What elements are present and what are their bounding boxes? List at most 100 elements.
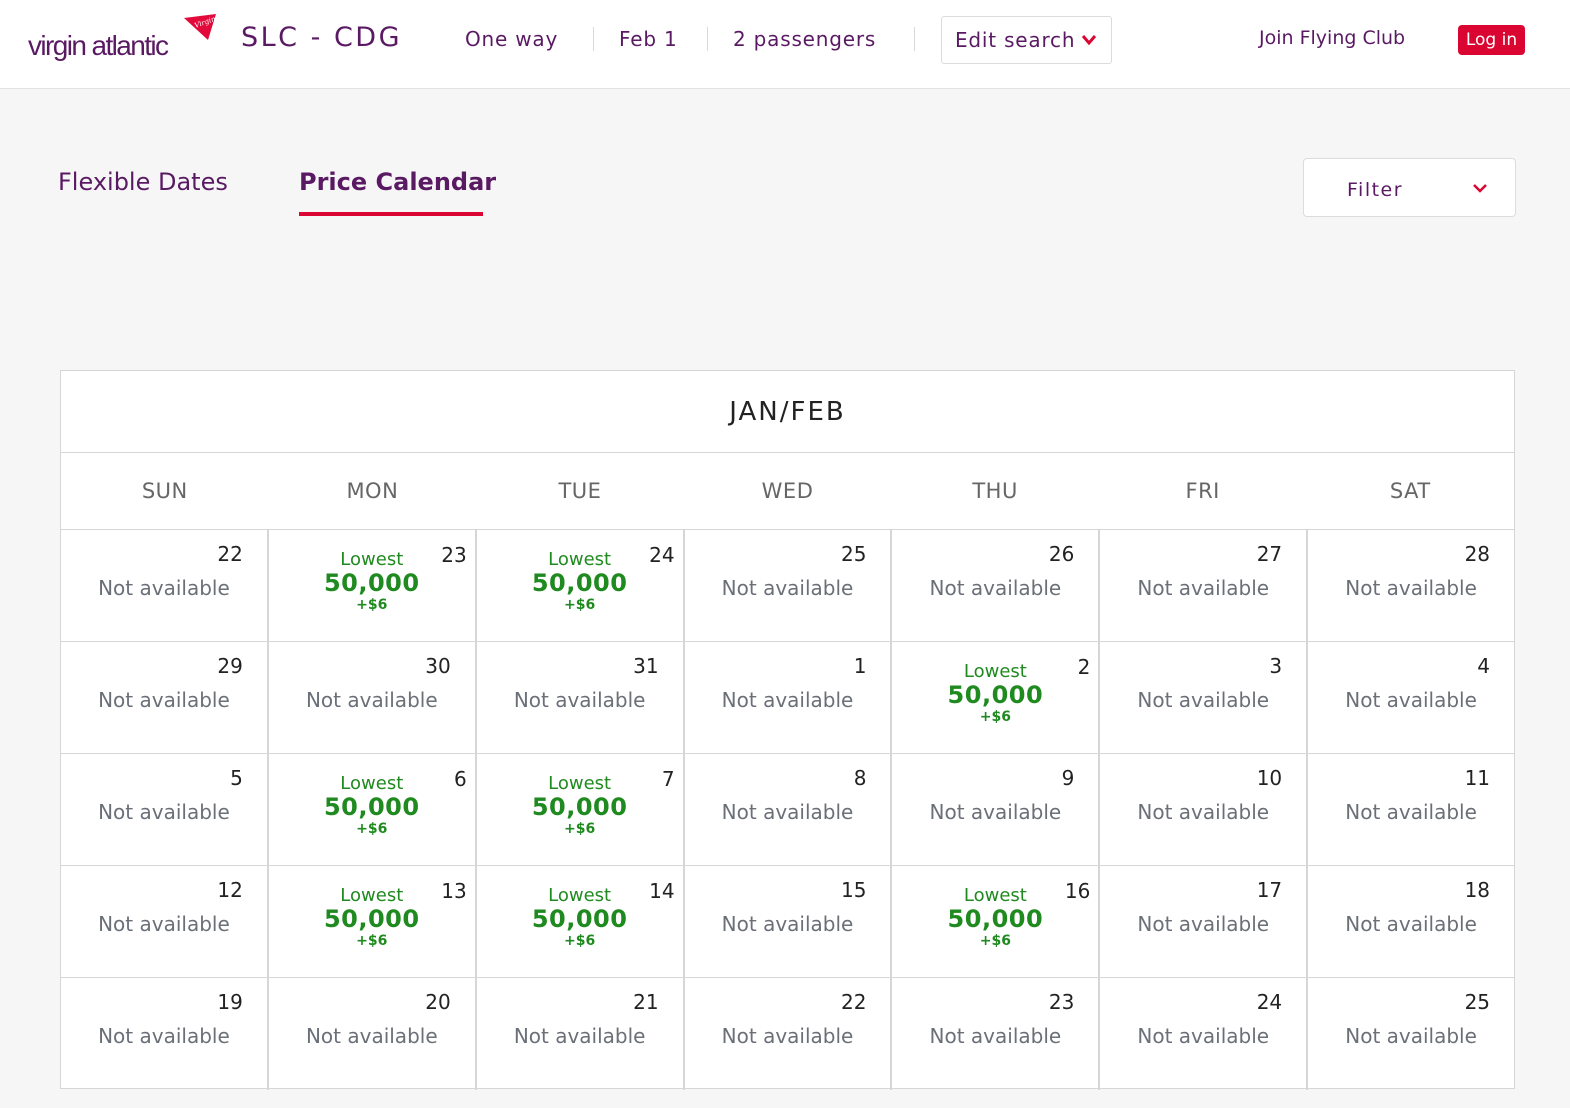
- calendar-day-unavailable: 1 Not available: [685, 642, 893, 753]
- not-available-label: Not available: [721, 912, 854, 936]
- day-number: 5: [230, 766, 243, 790]
- lowest-label: Lowest: [963, 885, 1027, 906]
- day-number: 27: [1256, 542, 1283, 566]
- chevron-down-icon: [1082, 35, 1097, 46]
- weekday-header: SUN MON TUE WED THU FRI SAT: [61, 453, 1514, 530]
- day-number: 30: [425, 654, 451, 678]
- calendar-day-unavailable: 10 Not available: [1100, 754, 1309, 865]
- calendar-day-unavailable: 26 Not available: [892, 530, 1101, 641]
- not-available-label: Not available: [721, 688, 854, 712]
- calendar-week-row: 12 Not available 13 Lowest 50,000 +$6 14 Lowest…: [61, 866, 1514, 978]
- day-number: 9: [1061, 766, 1075, 790]
- tax-amount: +$6: [356, 597, 388, 613]
- day-number: 25: [1464, 990, 1491, 1014]
- points-price: 50,000: [323, 905, 420, 933]
- weekday-label: THU: [972, 479, 1018, 503]
- not-available-label: Not available: [1345, 576, 1477, 600]
- calendar-day-available[interactable]: 7 Lowest 50,000 +$6: [477, 754, 685, 865]
- calendar-day-unavailable: 18 Not available: [1308, 866, 1514, 977]
- day-number: 26: [1048, 542, 1075, 566]
- calendar-day-available[interactable]: 23 Lowest 50,000 +$6: [269, 530, 477, 641]
- day-number: 4: [1477, 654, 1491, 678]
- not-available-label: Not available: [721, 1024, 854, 1048]
- tab-price-calendar[interactable]: Price Calendar: [299, 168, 496, 196]
- not-available-label: Not available: [721, 576, 854, 600]
- tax-amount: +$6: [979, 709, 1011, 725]
- calendar-day-unavailable: 31 Not available: [477, 642, 685, 753]
- calendar-day-available[interactable]: 24 Lowest 50,000 +$6: [477, 530, 685, 641]
- tax-amount: +$6: [979, 933, 1011, 949]
- weekday-label: FRI: [1185, 479, 1220, 503]
- calendar-day-unavailable: 4 Not available: [1308, 642, 1514, 753]
- tax-amount: +$6: [356, 821, 388, 837]
- calendar-day-unavailable: 19 Not available: [61, 978, 269, 1090]
- calendar-day-unavailable: 22 Not available: [61, 530, 269, 641]
- lowest-label: Lowest: [548, 885, 612, 906]
- passenger-count: 2 passengers: [733, 27, 877, 51]
- calendar-day-unavailable: 17 Not available: [1100, 866, 1309, 977]
- virgin-flag-icon: Virgin: [184, 14, 217, 40]
- weekday-label: SUN: [141, 479, 188, 503]
- virgin-atlantic-logo[interactable]: virgin atlantic Virgin: [28, 14, 218, 64]
- day-number: 11: [1464, 766, 1491, 790]
- day-number: 21: [633, 990, 659, 1014]
- price-block: Lowest 50,000 +$6: [269, 886, 475, 950]
- divider: [914, 27, 915, 51]
- day-number: 24: [1256, 990, 1283, 1014]
- site-header: virgin atlantic Virgin SLC - CDG One way…: [0, 0, 1570, 89]
- tax-amount: +$6: [356, 933, 388, 949]
- price-block: Lowest 50,000 +$6: [892, 886, 1098, 950]
- day-number: 22: [840, 990, 867, 1014]
- points-price: 50,000: [531, 905, 628, 933]
- not-available-label: Not available: [305, 1024, 438, 1048]
- calendar-week-row: 22 Not available 23 Lowest 50,000 +$6 24 Lowest…: [61, 530, 1514, 642]
- calendar-grid: 22 Not available 23 Lowest 50,000 +$6 24 Lowest…: [61, 530, 1514, 1090]
- travel-date: Feb 1: [619, 27, 678, 51]
- divider: [707, 27, 708, 51]
- filter-dropdown[interactable]: Filter: [1303, 158, 1516, 217]
- calendar-day-available[interactable]: 13 Lowest 50,000 +$6: [269, 866, 477, 977]
- price-calendar: JAN/FEB SUN MON TUE WED THU FRI SAT 22 No…: [60, 370, 1515, 1090]
- day-number: 10: [1256, 766, 1283, 790]
- calendar-day-available[interactable]: 6 Lowest 50,000 +$6: [269, 754, 477, 865]
- points-price: 50,000: [947, 905, 1044, 933]
- price-block: Lowest 50,000 +$6: [477, 886, 683, 950]
- price-block: Lowest 50,000 +$6: [269, 550, 475, 614]
- calendar-day-unavailable: 11 Not available: [1308, 754, 1514, 865]
- calendar-day-available[interactable]: 2 Lowest 50,000 +$6: [892, 642, 1101, 753]
- lowest-label: Lowest: [548, 773, 612, 794]
- calendar-day-unavailable: 9 Not available: [892, 754, 1101, 865]
- not-available-label: Not available: [513, 1024, 646, 1048]
- points-price: 50,000: [947, 681, 1044, 709]
- calendar-day-available[interactable]: 14 Lowest 50,000 +$6: [477, 866, 685, 977]
- calendar-month-title: JAN/FEB: [61, 371, 1514, 453]
- calendar-day-unavailable: 20 Not available: [269, 978, 477, 1090]
- lowest-label: Lowest: [340, 549, 404, 570]
- not-available-label: Not available: [1345, 688, 1477, 712]
- tab-flexible-dates[interactable]: Flexible Dates: [58, 168, 228, 196]
- trip-type: One way: [465, 27, 559, 51]
- day-number: 20: [425, 990, 451, 1014]
- lowest-label: Lowest: [340, 885, 404, 906]
- tax-amount: +$6: [564, 933, 596, 949]
- calendar-week-row: 29 Not available 30 Not available 31 Not avai…: [61, 642, 1514, 754]
- join-flying-club-link[interactable]: Join Flying Club: [1259, 27, 1405, 49]
- not-available-label: Not available: [1137, 912, 1270, 936]
- tax-amount: +$6: [564, 597, 596, 613]
- calendar-day-available[interactable]: 16 Lowest 50,000 +$6: [892, 866, 1101, 977]
- login-button[interactable]: Log in: [1458, 25, 1525, 55]
- day-number: 25: [840, 542, 867, 566]
- edit-search-button[interactable]: Edit search: [941, 16, 1112, 64]
- not-available-label: Not available: [1345, 1024, 1477, 1048]
- day-number: 18: [1464, 878, 1491, 902]
- not-available-label: Not available: [929, 576, 1062, 600]
- not-available-label: Not available: [98, 800, 230, 824]
- lowest-label: Lowest: [548, 549, 612, 570]
- not-available-label: Not available: [98, 912, 230, 936]
- day-number: 31: [633, 654, 659, 678]
- tax-amount: +$6: [564, 821, 596, 837]
- not-available-label: Not available: [929, 1024, 1062, 1048]
- lowest-label: Lowest: [340, 773, 404, 794]
- day-number: 19: [217, 990, 243, 1014]
- price-block: Lowest 50,000 +$6: [477, 774, 683, 838]
